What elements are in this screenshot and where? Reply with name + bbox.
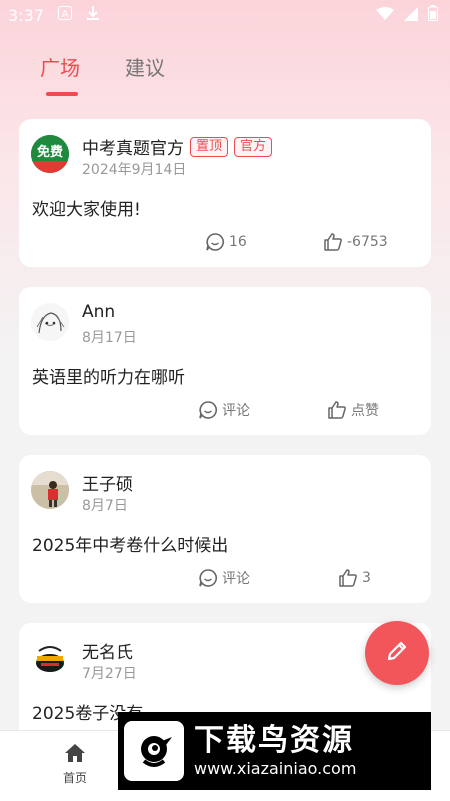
like-button[interactable]: 3 (338, 568, 371, 588)
download-icon (86, 5, 100, 25)
post-author[interactable]: 中考真题官方 (82, 134, 184, 159)
post-author-row: 中考真题官方 置顶 官方 (82, 134, 273, 159)
post-author-row: 无名氏 (82, 638, 133, 663)
comment-button[interactable]: 评论 (198, 400, 250, 420)
thumbs-up-icon (327, 400, 347, 420)
thumbs-up-icon (338, 568, 358, 588)
official-badge: 官方 (234, 136, 273, 157)
post-content[interactable]: 2025年中考卷什么时候出 (32, 531, 228, 556)
tab-suggestions[interactable]: 建议 (125, 52, 165, 81)
post-card[interactable]: Ann 8月17日 英语里的听力在哪听 评论 点赞 (19, 287, 431, 435)
post-author[interactable]: 王子硕 (82, 470, 133, 495)
pencil-icon (384, 638, 410, 668)
battery-icon (428, 5, 438, 25)
nav-home[interactable]: 首页 (52, 743, 98, 786)
post-date: 8月7日 (82, 498, 128, 514)
like-button[interactable]: 点赞 (327, 400, 379, 420)
like-count: 3 (362, 570, 371, 586)
post-date: 7月27日 (82, 666, 137, 682)
tab-indicator (46, 92, 78, 96)
pinned-badge: 置顶 (190, 136, 229, 157)
post-date: 8月17日 (82, 330, 137, 346)
a-notification-icon: A (57, 6, 72, 24)
status-bar: 3:37 A (0, 0, 450, 30)
wifi-icon (376, 6, 394, 25)
like-label: 点赞 (351, 403, 379, 419)
comment-button[interactable]: 16 (205, 232, 247, 252)
post-content[interactable]: 英语里的听力在哪听 (32, 363, 185, 388)
comment-button[interactable]: 评论 (198, 568, 250, 588)
post-author[interactable]: Ann (82, 302, 115, 322)
thumbs-up-icon (323, 232, 343, 252)
watermark-bird-logo-icon (124, 721, 184, 781)
signal-icon (404, 6, 418, 25)
svg-text:A: A (62, 9, 69, 20)
watermark-title: 下载鸟资源 (194, 723, 354, 758)
like-button[interactable]: -6753 (323, 232, 388, 252)
post-content[interactable]: 欢迎大家使用! (32, 195, 141, 220)
like-count: -6753 (347, 234, 388, 250)
new-post-button[interactable] (365, 621, 429, 685)
post-author-row: Ann (82, 302, 115, 322)
avatar[interactable] (31, 639, 69, 677)
comment-icon (205, 232, 225, 252)
post-card[interactable]: 王子硕 8月7日 2025年中考卷什么时候出 评论 3 (19, 455, 431, 603)
comment-icon (198, 568, 218, 588)
post-author-row: 王子硕 (82, 470, 133, 495)
post-author[interactable]: 无名氏 (82, 638, 133, 663)
watermark-url: www.xiazainiao.com (194, 759, 357, 778)
comment-label: 评论 (222, 403, 250, 419)
watermark-banner: 下载鸟资源 www.xiazainiao.com (118, 712, 431, 790)
comment-label: 评论 (222, 571, 250, 587)
post-card[interactable]: 免费 中考真题官方 置顶 官方 2024年9月14日 欢迎大家使用! 16 -6… (19, 119, 431, 267)
nav-home-label: 首页 (62, 771, 87, 785)
home-icon (64, 744, 86, 767)
avatar-text: 免费 (37, 144, 63, 160)
avatar[interactable]: 免费 (31, 135, 69, 173)
tab-plaza[interactable]: 广场 (40, 52, 80, 81)
comment-icon (198, 400, 218, 420)
status-time: 3:37 (8, 5, 44, 25)
post-date: 2024年9月14日 (82, 162, 187, 178)
avatar[interactable] (31, 471, 69, 509)
avatar[interactable] (31, 303, 69, 341)
comment-count: 16 (229, 234, 247, 250)
